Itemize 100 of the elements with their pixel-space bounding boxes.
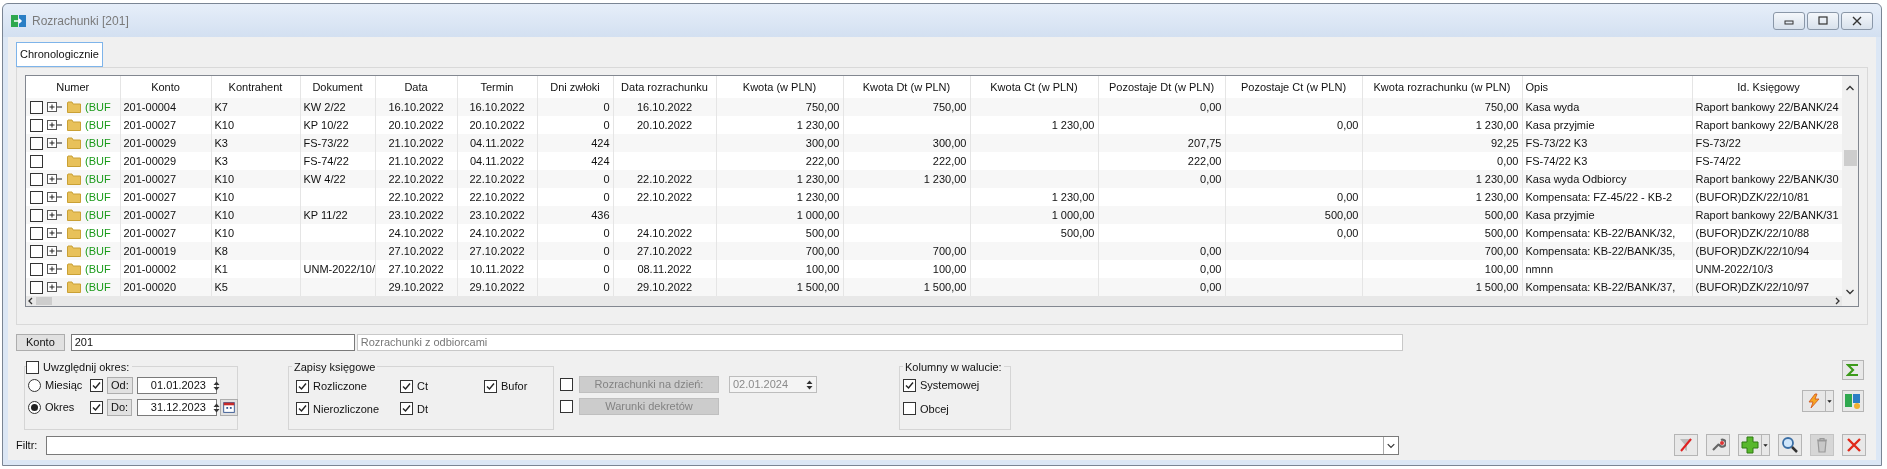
add-button[interactable] <box>1738 434 1762 456</box>
checkbox[interactable] <box>30 118 43 132</box>
table-cell: 500,00 <box>1060 226 1095 239</box>
table-cell: 0 <box>603 226 610 239</box>
table-cell: 0,00 <box>1337 190 1359 203</box>
expand-icon[interactable] <box>47 246 63 256</box>
table-cell: Raport bankowy 22/BANK/28 <box>1695 118 1839 131</box>
table-cell: 0,00 <box>1200 172 1222 185</box>
lightning-icon <box>1806 393 1822 409</box>
expand-icon[interactable] <box>47 174 63 184</box>
export-icon <box>1844 392 1862 410</box>
close-icon <box>1851 15 1863 26</box>
folder-icon <box>67 245 81 257</box>
table-cell: (BUFOR)DZK/22/10/88 <box>1695 226 1810 239</box>
radio-button[interactable] <box>28 379 41 392</box>
tab[interactable]: Chronologicznie <box>16 42 103 67</box>
table-cell: 1 000,00 <box>796 208 840 221</box>
export-button[interactable] <box>1842 390 1864 412</box>
table-cell: 0,00 <box>1200 100 1222 113</box>
checkbox[interactable] <box>90 401 103 414</box>
checkbox[interactable] <box>903 378 916 392</box>
vertical-scrollbar[interactable] <box>1842 76 1858 306</box>
table-cell: 100,00 <box>1484 262 1519 275</box>
minimize-button[interactable] <box>1773 11 1805 30</box>
table-cell: nmnn <box>1525 262 1554 275</box>
calendar-icon[interactable] <box>219 399 238 416</box>
radio-label: Miesiąc <box>45 378 83 394</box>
table-cell: 207,75 <box>1187 136 1222 149</box>
checkbox[interactable] <box>26 360 39 374</box>
checkbox[interactable] <box>30 208 43 222</box>
checkbox[interactable] <box>30 190 43 204</box>
checkbox[interactable] <box>30 136 43 150</box>
table-cell: K10 <box>214 172 235 185</box>
scrollbar-thumb[interactable] <box>1843 150 1857 166</box>
filter-field[interactable] <box>46 435 1399 455</box>
to-button[interactable]: Do: <box>107 399 133 416</box>
folder-icon <box>67 209 81 221</box>
search-icon <box>1781 436 1799 454</box>
close-button[interactable] <box>1841 11 1873 30</box>
table-cell: K5 <box>214 280 228 293</box>
table-cell-text: (BUF <box>85 207 111 223</box>
checkbox-label: Systemowej <box>920 378 980 393</box>
lightning-button[interactable] <box>1802 390 1826 412</box>
table-cell: 16.10.2022 <box>469 100 525 113</box>
checkbox[interactable] <box>30 280 43 294</box>
date-field[interactable]: 01.01.2023 <box>136 377 217 394</box>
table-cell: 24.10.2022 <box>469 226 525 239</box>
caret-icon[interactable] <box>1826 390 1834 412</box>
expand-icon[interactable] <box>47 192 63 202</box>
wrench-button[interactable] <box>1706 434 1730 456</box>
checkbox[interactable] <box>903 402 916 416</box>
konto-field[interactable]: 201 <box>70 334 355 351</box>
checkbox[interactable] <box>296 402 309 416</box>
table-cell: 0 <box>603 172 610 185</box>
table-cell: (BUFOR)DZK/22/10/81 <box>1695 190 1810 203</box>
radio-button[interactable] <box>28 401 41 414</box>
checkbox[interactable] <box>30 154 43 168</box>
caret-icon[interactable] <box>1762 434 1770 456</box>
table-cell: Kompensata: KB-22/BANK/35, <box>1525 244 1676 257</box>
expand-icon[interactable] <box>47 138 63 148</box>
folder-icon <box>67 263 81 275</box>
folder-icon <box>67 155 81 167</box>
checkbox[interactable] <box>30 244 43 258</box>
checkbox-label: Dt <box>417 401 428 417</box>
checkbox[interactable] <box>296 379 309 393</box>
from-button[interactable]: Od: <box>107 377 133 394</box>
table-cell: 100,00 <box>932 262 967 275</box>
table-cell: 201-00004 <box>123 100 177 113</box>
filter-clear-button[interactable] <box>1674 434 1698 456</box>
expand-icon[interactable] <box>47 120 63 130</box>
maximize-button[interactable] <box>1807 11 1839 30</box>
checkbox[interactable] <box>400 379 413 393</box>
search-button[interactable] <box>1778 434 1802 456</box>
table-cell: 222,00 <box>1187 154 1222 167</box>
expand-icon[interactable] <box>47 282 63 292</box>
checkbox[interactable] <box>90 379 103 392</box>
table-cell: 1 230,00 <box>923 172 967 185</box>
date-field[interactable]: 31.12.2023 <box>136 399 217 416</box>
table-cell: 100,00 <box>805 262 840 275</box>
table-cell: Kompensata: KB-22/BANK/32, <box>1525 226 1676 239</box>
sum-button[interactable] <box>1842 360 1864 380</box>
checkbox[interactable] <box>484 379 497 393</box>
horizontal-scrollbar[interactable] <box>26 296 1842 306</box>
checkbox[interactable] <box>30 100 43 114</box>
trash-icon <box>1814 437 1830 453</box>
expand-icon[interactable] <box>47 228 63 238</box>
table-cell: 29.10.2022 <box>636 280 693 293</box>
dropdown-icon[interactable] <box>1383 436 1398 454</box>
checkbox[interactable] <box>30 172 43 186</box>
checkbox[interactable] <box>400 402 413 416</box>
checkbox[interactable] <box>30 262 43 276</box>
checkbox[interactable] <box>30 226 43 240</box>
konto-button[interactable]: Konto <box>16 334 65 351</box>
expand-icon[interactable] <box>47 264 63 274</box>
expand-icon[interactable] <box>47 210 63 220</box>
scrollbar-thumb[interactable] <box>36 297 52 305</box>
table-cell: 1 230,00 <box>1475 172 1519 185</box>
table-cell: 500,00 <box>1324 208 1359 221</box>
table-cell: 92,25 <box>1490 136 1519 149</box>
expand-icon[interactable] <box>47 102 63 112</box>
